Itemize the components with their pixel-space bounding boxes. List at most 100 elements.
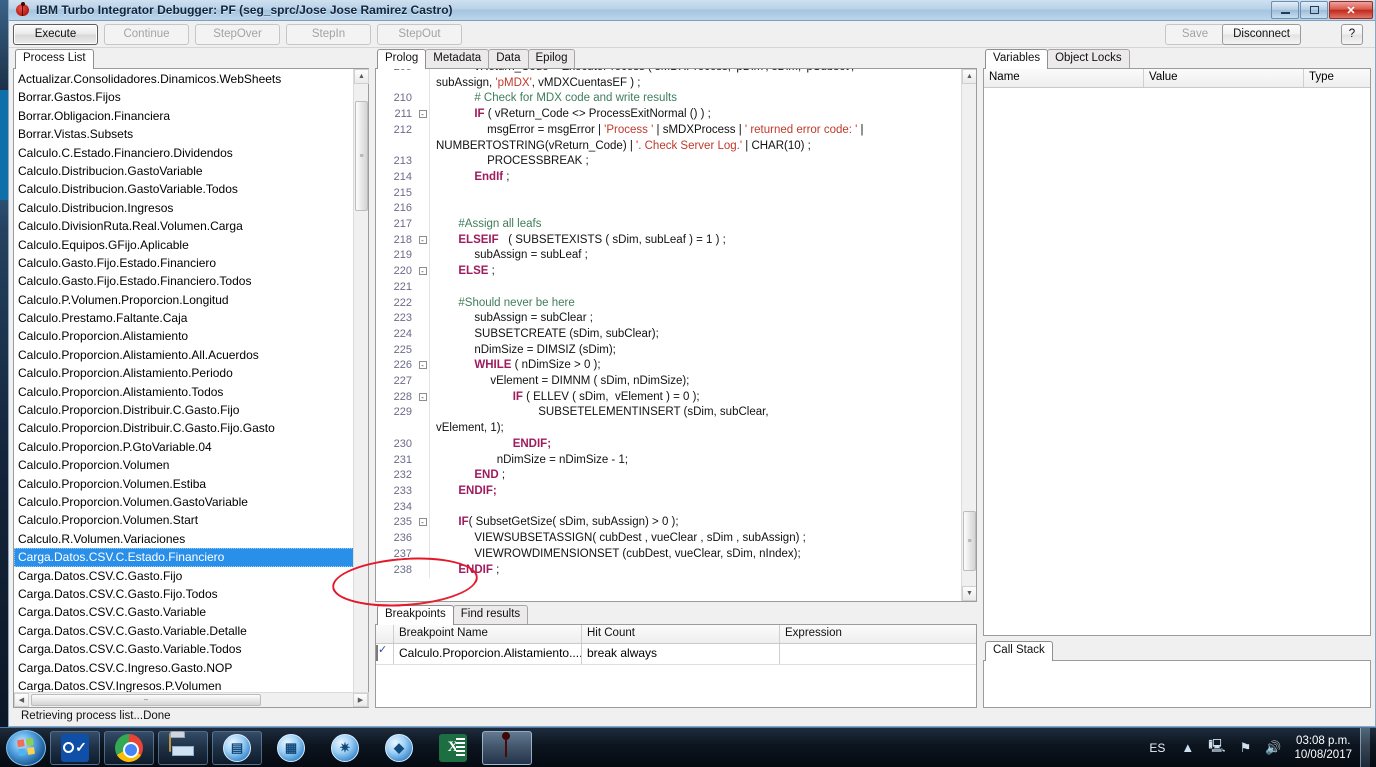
- list-item[interactable]: Calculo.Proporcion.Distribuir.C.Gasto.Fi…: [14, 419, 368, 437]
- continue-button[interactable]: Continue: [104, 23, 189, 45]
- variables-col-type[interactable]: Type: [1304, 69, 1370, 87]
- code-line[interactable]: 221: [376, 279, 961, 296]
- code-line[interactable]: 231 nDimSize = nDimSize - 1;: [376, 452, 961, 469]
- code-line[interactable]: 215: [376, 185, 961, 202]
- code-line[interactable]: 222 #Should never be here: [376, 295, 961, 312]
- code-line[interactable]: 230 ENDIF;: [376, 436, 961, 453]
- editor-vertical-scrollbar[interactable]: ▲ ≡ ▼: [961, 69, 976, 601]
- title-bar[interactable]: IBM Turbo Integrator Debugger: PF (seg_s…: [9, 0, 1375, 21]
- code-line[interactable]: 227 vElement = DIMNM ( sDim, nDimSize);: [376, 374, 961, 390]
- code-line[interactable]: 236 VIEWSUBSETASSIGN( cubDest , vueClear…: [376, 531, 961, 547]
- taskbar-item-outlook[interactable]: ✓: [50, 730, 100, 765]
- tab-breakpoints[interactable]: Breakpoints: [377, 605, 454, 625]
- list-item[interactable]: Calculo.C.Estado.Financiero.Dividendos: [14, 144, 368, 162]
- list-item[interactable]: Calculo.Proporcion.Alistamiento.Periodo: [14, 364, 368, 382]
- code-line[interactable]: 224 SUBSETCREATE (sDim, subClear);: [376, 326, 961, 343]
- editor-scroll-thumb[interactable]: ≡: [963, 511, 976, 571]
- fold-toggle-icon[interactable]: -: [416, 515, 430, 532]
- list-item[interactable]: Calculo.Proporcion.Distribuir.C.Gasto.Fi…: [14, 401, 368, 419]
- list-item[interactable]: Calculo.Proporcion.Alistamiento.All.Acue…: [14, 346, 368, 364]
- list-item[interactable]: Calculo.Proporcion.Alistamiento.Todos: [14, 383, 368, 401]
- tab-process-list[interactable]: Process List: [15, 49, 94, 69]
- list-item[interactable]: Carga.Datos.CSV.C.Ingreso.Gasto.NOP: [14, 659, 368, 677]
- code-line[interactable]: 235- IF( SubsetGetSize( sDim, subAssign)…: [376, 515, 961, 532]
- volume-icon[interactable]: 🔊: [1265, 740, 1281, 756]
- list-item[interactable]: Calculo.P.Volumen.Proporcion.Longitud: [14, 291, 368, 309]
- list-item[interactable]: Carga.Datos.CSV.C.Estado.Financiero: [14, 548, 368, 567]
- list-item[interactable]: Calculo.Proporcion.Volumen.GastoVariable: [14, 493, 368, 511]
- list-item[interactable]: Carga.Datos.CSV.C.Gasto.Fijo: [14, 567, 368, 585]
- show-desktop-button[interactable]: [1360, 727, 1370, 767]
- code-line[interactable]: NUMBERTOSTRING(vReturn_Code) | '. Check …: [376, 138, 961, 155]
- tab-epilog[interactable]: Epilog: [527, 49, 576, 68]
- code-line[interactable]: 210 # Check for MDX code and write resul…: [376, 91, 961, 108]
- help-button[interactable]: ?: [1341, 23, 1363, 45]
- list-item[interactable]: Calculo.Gasto.Fijo.Estado.Financiero.Tod…: [14, 272, 368, 290]
- fold-toggle-icon[interactable]: -: [416, 232, 430, 249]
- tab-metadata[interactable]: Metadata: [425, 49, 490, 68]
- fold-toggle-icon[interactable]: -: [416, 264, 430, 280]
- code-line[interactable]: 213 PROCESSBREAK ;: [376, 154, 961, 170]
- taskbar-item-tm1-architect[interactable]: ▦: [266, 731, 316, 765]
- tab-variables[interactable]: Variables: [985, 49, 1049, 69]
- code-line[interactable]: 211- IF ( vReturn_Code <> ProcessExitNor…: [376, 107, 961, 123]
- code-line[interactable]: 229 SUBSETELEMENTINSERT (sDim, subClear,: [376, 405, 961, 422]
- language-indicator[interactable]: ES: [1149, 741, 1165, 755]
- list-item[interactable]: Carga.Datos.CSV.C.Gasto.Fijo.Todos: [14, 585, 368, 603]
- variables-col-value[interactable]: Value: [1144, 69, 1304, 87]
- list-item[interactable]: Calculo.Distribucion.GastoVariable: [14, 162, 368, 180]
- code-line[interactable]: 212 msgError = msgError | 'Process ' | s…: [376, 122, 961, 139]
- code-editor-panel[interactable]: 209 vReturn_Code = ExecuteProcess ( sMDX…: [375, 68, 977, 602]
- list-item[interactable]: Calculo.DivisionRuta.Real.Volumen.Carga: [14, 217, 368, 235]
- code-line[interactable]: 226- WHILE ( nDimSize > 0 );: [376, 358, 961, 375]
- list-item[interactable]: Calculo.Prestamo.Faltante.Caja: [14, 309, 368, 327]
- taskbar-item-tm1-application[interactable]: ◆: [374, 731, 424, 765]
- list-item[interactable]: Borrar.Obligacion.Financiera: [14, 107, 368, 125]
- list-item[interactable]: Calculo.Proporcion.Alistamiento: [14, 327, 368, 345]
- code-line[interactable]: 219 subAssign = subLeaf ;: [376, 248, 961, 265]
- restore-button[interactable]: [1300, 1, 1328, 19]
- list-item[interactable]: Carga.Datos.CSV.C.Gasto.Variable: [14, 603, 368, 621]
- code-line[interactable]: 217 #Assign all leafs: [376, 217, 961, 233]
- list-item[interactable]: Carga.Datos.CSV.C.Gasto.Variable.Todos: [14, 640, 368, 658]
- code-line[interactable]: 237 VIEWROWDIMENSIONSET (cubDest, vueCle…: [376, 546, 961, 563]
- code-line[interactable]: 223 subAssign = subClear ;: [376, 311, 961, 327]
- list-item[interactable]: Calculo.Proporcion.Volumen: [14, 456, 368, 474]
- editor-scroll-up-arrow-icon[interactable]: ▲: [962, 69, 976, 84]
- call-stack-panel[interactable]: [983, 660, 1371, 708]
- taskbar-item-excel[interactable]: X: [428, 731, 478, 765]
- code-line[interactable]: 228- IF ( ELLEV ( sDim, vElement ) = 0 )…: [376, 389, 961, 406]
- editor-scroll-down-arrow-icon[interactable]: ▼: [962, 586, 976, 601]
- fold-toggle-icon[interactable]: -: [416, 107, 430, 123]
- list-item[interactable]: Calculo.Proporcion.Volumen.Start: [14, 511, 368, 529]
- tab-data[interactable]: Data: [488, 49, 529, 68]
- taskbar-item-ti-debugger[interactable]: [482, 730, 532, 765]
- breakpoints-col-name[interactable]: Breakpoint Name: [394, 625, 582, 643]
- fold-toggle-icon[interactable]: -: [416, 358, 430, 375]
- code-line[interactable]: 225 nDimSize = DIMSIZ (sDim);: [376, 342, 961, 359]
- code-line[interactable]: 216: [376, 201, 961, 218]
- list-item[interactable]: Calculo.Gasto.Fijo.Estado.Financiero: [14, 254, 368, 272]
- h-scroll-thumb[interactable]: ┉: [31, 694, 261, 706]
- list-item[interactable]: Calculo.Equipos.GFijo.Aplicable: [14, 236, 368, 254]
- scroll-up-arrow-icon[interactable]: ▲: [354, 69, 369, 84]
- clock[interactable]: 03:08 p.m. 10/08/2017: [1294, 734, 1352, 762]
- tab-object-locks[interactable]: Object Locks: [1047, 49, 1130, 68]
- process-list-horizontal-scrollbar[interactable]: ◀ ┉ ▶: [14, 692, 368, 707]
- code-line[interactable]: 209 vReturn_Code = ExecuteProcess ( sMDX…: [376, 69, 961, 76]
- code-line[interactable]: 214 EndIf ;: [376, 169, 961, 186]
- step-over-button[interactable]: StepOver: [195, 23, 280, 45]
- tab-prolog[interactable]: Prolog: [377, 49, 427, 69]
- list-item[interactable]: Calculo.Proporcion.Volumen.Estiba: [14, 475, 368, 493]
- taskbar-item-chrome[interactable]: [104, 730, 154, 765]
- code-line[interactable]: 220- ELSE ;: [376, 264, 961, 280]
- breakpoints-col-hitcount[interactable]: Hit Count: [582, 625, 780, 643]
- process-list-vertical-scrollbar[interactable]: ▲ ≡ ▼: [353, 69, 369, 707]
- show-hidden-icons-icon[interactable]: ▲: [1181, 740, 1194, 755]
- table-row[interactable]: Calculo.Proporcion.Alistamiento....break…: [376, 644, 976, 665]
- scroll-left-arrow-icon[interactable]: ◀: [14, 693, 29, 707]
- code-line[interactable]: vElement, 1);: [376, 421, 961, 437]
- variables-col-name[interactable]: Name: [984, 69, 1144, 87]
- code-line[interactable]: 233 ENDIF;: [376, 483, 961, 500]
- disconnect-button[interactable]: Disconnect: [1222, 23, 1301, 45]
